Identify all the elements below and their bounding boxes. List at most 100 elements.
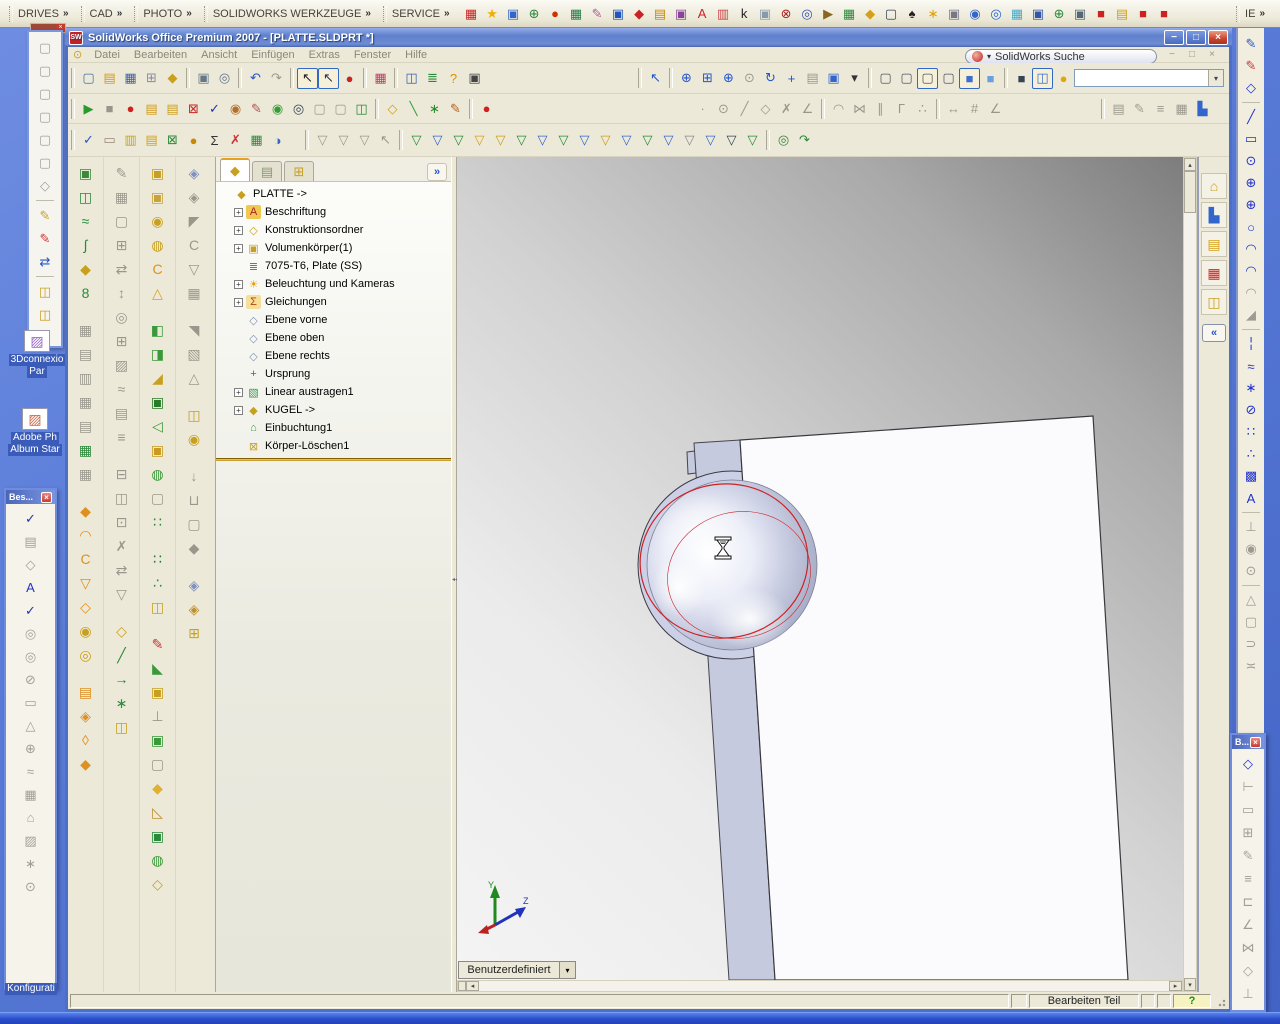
toolbar-icon[interactable]: ∗ (20, 852, 42, 875)
circular-pattern-button[interactable]: ∴ (145, 571, 171, 595)
toolbar-icon[interactable]: ▦ (1171, 98, 1192, 119)
toolbar-icon[interactable]: ▨ (109, 353, 135, 377)
spellcheck-button[interactable]: ✓ (78, 130, 99, 151)
toolbar-icon[interactable]: ⊞ (109, 233, 135, 257)
toolbar-icon[interactable]: ↕ (109, 281, 135, 305)
view-back-button[interactable]: ▢ (34, 59, 56, 82)
doc-minimize-button[interactable]: − (1165, 49, 1179, 60)
app-icon[interactable]: ◆ (631, 5, 648, 22)
app-icon[interactable]: ▤ (652, 5, 669, 22)
toolbar-icon[interactable]: △ (181, 366, 207, 390)
windows-taskbar[interactable] (0, 1012, 1280, 1024)
circular-sketch-pattern-button[interactable]: ∴ (1240, 443, 1262, 465)
toolbar-icon[interactable]: ≈ (109, 377, 135, 401)
sketch-add-button[interactable]: ✎ (34, 227, 56, 250)
toolbar-icon[interactable]: ◠ (828, 98, 849, 119)
address-book-icon[interactable]: ◫ (351, 98, 372, 119)
toolbar-icon[interactable]: ▽ (333, 130, 354, 151)
graphics-viewport[interactable]: Y Z Benutzerdefiniert ▾ (457, 157, 1183, 980)
edit-macro-button[interactable]: ▤ (162, 98, 183, 119)
shaded-dark-button[interactable]: ■ (1011, 68, 1032, 89)
hole-button[interactable]: ▣ (145, 438, 171, 462)
expand-icon[interactable]: + (234, 225, 243, 235)
toolbar-icon[interactable]: ▤ (73, 414, 99, 438)
pen-check-icon[interactable]: ✎ (246, 98, 267, 119)
app-icon[interactable]: ▣ (946, 5, 963, 22)
toolbar-icon[interactable]: ▽ (511, 130, 532, 151)
chevron-down-icon[interactable]: ▾ (559, 962, 575, 978)
shell-button[interactable]: ▣ (145, 390, 171, 414)
toolbar-icon[interactable]: ⊞ (1237, 821, 1259, 844)
expand-icon[interactable]: + (234, 243, 243, 253)
display-relations-button[interactable]: ◉ (1240, 538, 1262, 560)
view-top-button[interactable]: ▢ (34, 128, 56, 151)
point-tool-button[interactable]: ∗ (424, 98, 445, 119)
linear-pattern-button[interactable]: ∷ (145, 510, 171, 534)
extrude-button[interactable]: ▣ (145, 161, 171, 185)
toolbar-icon[interactable]: ▢ (181, 512, 207, 536)
zoom-area-button[interactable]: ⊞ (697, 68, 718, 89)
pan-button[interactable]: + (781, 68, 802, 89)
toolbar-icon[interactable]: ◆ (73, 499, 99, 523)
toolbar-icon[interactable]: ⊞ (181, 621, 207, 645)
sketch-chamfer-button[interactable]: ◢ (1240, 304, 1262, 326)
toolbar-icon[interactable]: C (73, 547, 99, 571)
panel-expand-button[interactable]: » (427, 163, 447, 181)
grip-handle[interactable] (134, 5, 139, 22)
spellcheck-button[interactable]: ✓ (20, 599, 42, 622)
tangent-arc-button[interactable]: ◠ (1240, 238, 1262, 260)
edrawings-button[interactable]: ◎ (773, 130, 794, 151)
globe-icon[interactable]: ◎ (288, 98, 309, 119)
make-assembly-button[interactable]: ◆ (162, 68, 183, 89)
section-view-button[interactable]: ◫ (1032, 67, 1053, 89)
toolbar-icon[interactable]: ◈ (181, 161, 207, 185)
view-bottom-button[interactable]: ▢ (34, 151, 56, 174)
floating-window-titlebar[interactable]: Bes... × (6, 490, 55, 504)
toolbar-icon[interactable]: ◉ (145, 209, 171, 233)
toolbar-icon[interactable]: ◎ (73, 643, 99, 667)
toolbar-icon[interactable]: ◇ (20, 553, 42, 576)
point-button[interactable]: ∗ (109, 691, 135, 715)
stop-button[interactable]: ■ (99, 98, 120, 119)
taskpane-tab-toolbox[interactable]: ▦ (1201, 260, 1227, 286)
toolbar-icon[interactable]: ◆ (181, 536, 207, 560)
toolbar-icon[interactable]: ◎ (20, 622, 42, 645)
toolbar-icon[interactable]: ▽ (406, 130, 427, 151)
toolbar-icon[interactable]: ◨ (145, 342, 171, 366)
7zip-icon[interactable]: ▣ (1072, 5, 1089, 22)
toolbar-icon[interactable]: ▽ (595, 130, 616, 151)
toolbar-icon[interactable]: # (964, 98, 985, 119)
maximize-button[interactable]: □ (1186, 30, 1206, 45)
toolbar-icon[interactable]: ▣ (73, 161, 99, 185)
qlbar-section-service[interactable]: SERVICE » (378, 3, 455, 25)
app-icon[interactable]: ▥ (715, 5, 732, 22)
word-icon[interactable]: ▣ (610, 5, 627, 22)
draft-button[interactable]: ◁ (145, 414, 171, 438)
toolbar-icon[interactable]: ▽ (490, 130, 511, 151)
tree-item[interactable]: + ▧ Linear austragen1 (216, 383, 451, 401)
sketch3d-button[interactable]: ✎ (145, 632, 171, 656)
toolbar-icon[interactable]: ◇ (1237, 959, 1259, 982)
toolbar-icon[interactable]: ▽ (658, 130, 679, 151)
chevron-right-icon[interactable]: » (444, 8, 450, 19)
minimize-button[interactable]: − (1164, 30, 1184, 45)
sketch3d-button[interactable]: ✎ (1240, 55, 1262, 77)
tree-item[interactable]: + Σ Gleichungen (216, 293, 451, 311)
toolbar-icon[interactable]: ◈ (73, 704, 99, 728)
toolbar-icon[interactable]: ▥ (73, 366, 99, 390)
toolbar-icon[interactable]: ▽ (637, 130, 658, 151)
app-icon[interactable]: ▦ (841, 5, 858, 22)
plate-front-face[interactable] (739, 415, 1129, 980)
tree-item[interactable]: + ◆ KUGEL -> (216, 401, 451, 419)
toolbar-icon[interactable]: ◺ (145, 800, 171, 824)
close-button[interactable]: × (1208, 30, 1228, 45)
view-left-button[interactable]: ▢ (34, 82, 56, 105)
solidworks-icon[interactable]: ■ (1093, 5, 1110, 22)
toolbar-icon[interactable]: ▽ (109, 582, 135, 606)
linear-sketch-pattern-button[interactable]: ∷ (1240, 421, 1262, 443)
toolbar-icon[interactable]: ◈ (181, 597, 207, 621)
loft-button[interactable]: △ (145, 281, 171, 305)
menu-fenster[interactable]: Fenster (347, 49, 398, 61)
toolbar-icon[interactable]: ⊡ (109, 510, 135, 534)
toolbar-icon[interactable]: ▢ (109, 209, 135, 233)
